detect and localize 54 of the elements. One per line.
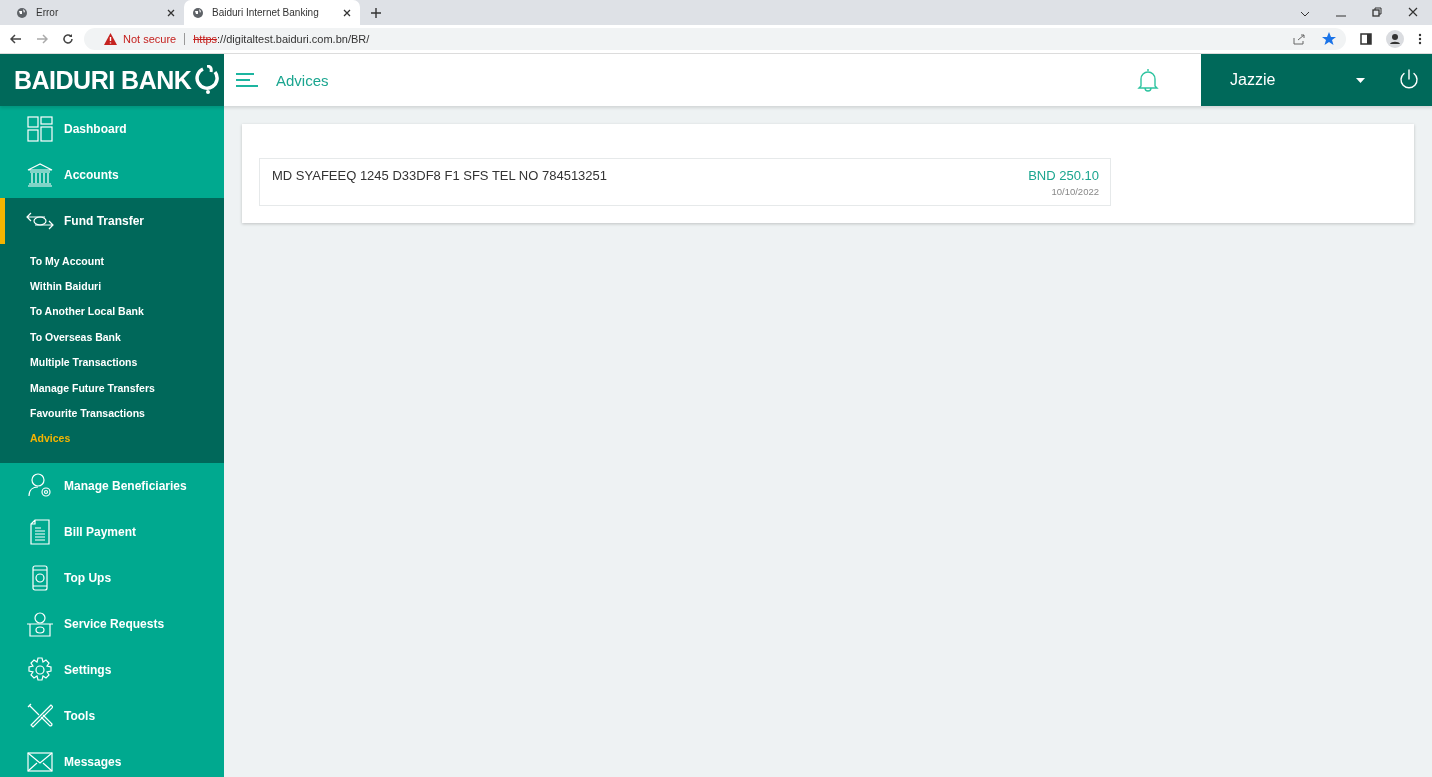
close-icon[interactable]	[342, 7, 352, 18]
close-icon[interactable]	[166, 7, 176, 18]
globe-icon	[192, 6, 204, 19]
url-text: https://digitaltest.baiduri.com.bn/BR/	[193, 33, 370, 45]
side-panel-icon[interactable]	[1360, 33, 1372, 45]
power-icon[interactable]	[1398, 69, 1420, 91]
submenu-item[interactable]: Within Baiduri	[30, 273, 224, 299]
advice-amount: BND 250.10	[1028, 168, 1099, 183]
user-gear-icon	[28, 473, 52, 500]
phone-icon	[32, 565, 48, 592]
settings-icon	[27, 657, 53, 684]
advice-date: 10/10/2022	[1051, 186, 1099, 197]
submenu-item[interactable]: Multiple Transactions	[30, 349, 224, 375]
bank-icon	[27, 163, 53, 187]
tab-title: Baiduri Internet Banking	[212, 7, 320, 18]
advice-row[interactable]: MD SYAFEEQ 1245 D33DF8 F1 SFS TEL NO 784513251 BND 250.10 10/10/2022	[259, 158, 1111, 206]
menu-icon[interactable]	[236, 72, 258, 88]
page-title: Advices	[276, 71, 329, 89]
close-icon[interactable]	[1408, 7, 1418, 17]
warning-icon	[104, 33, 117, 45]
advice-description: MD SYAFEEQ 1245 D33DF8 F1 SFS TEL NO 784513251	[272, 168, 608, 185]
submenu-item[interactable]: Manage Future Transfers	[30, 374, 224, 401]
submenu-item[interactable]: To Another Local Bank	[30, 298, 224, 325]
sidebar-item[interactable]: Fund Transfer	[0, 198, 224, 244]
envelope-icon	[27, 752, 53, 773]
security-warning: Not secure	[123, 33, 177, 45]
new-tab-icon[interactable]	[370, 7, 382, 19]
star-icon[interactable]	[1322, 32, 1336, 46]
bank-logo[interactable]: BAIDURI BANK	[0, 54, 224, 106]
dashboard-icon	[27, 116, 53, 142]
submenu-item[interactable]: Advices	[30, 425, 224, 452]
document-icon	[30, 519, 50, 546]
share-icon[interactable]	[1293, 33, 1306, 45]
restore-icon[interactable]	[1372, 7, 1382, 17]
address-bar[interactable]: Not secure https://digitaltest.baiduri.com.bn/BR/	[84, 28, 1346, 50]
transfer-arrows-icon	[26, 211, 54, 231]
service-desk-icon	[26, 611, 54, 638]
logo-text: BAIDURI BANK	[14, 65, 192, 95]
back-arrow-icon[interactable]	[10, 33, 22, 45]
submenu-item[interactable]: To My Account	[30, 248, 224, 274]
submenu-item[interactable]: Favourite Transactions	[30, 400, 224, 426]
profile-icon[interactable]	[1386, 30, 1404, 48]
submenu-item[interactable]: To Overseas Bank	[30, 324, 224, 350]
user-name[interactable]: Jazzie	[1230, 71, 1356, 89]
chevron-down-icon[interactable]	[1300, 11, 1310, 17]
reload-icon[interactable]	[62, 33, 74, 45]
browser-tab[interactable]: Baiduri Internet Banking	[184, 0, 360, 25]
caret-icon[interactable]	[1356, 77, 1365, 83]
browser-tab[interactable]: Error	[8, 0, 184, 25]
tools-icon	[27, 703, 53, 730]
menu-dots-icon[interactable]	[1418, 33, 1422, 45]
tab-title: Error	[36, 7, 60, 18]
globe-icon	[16, 6, 28, 19]
logo-mark-icon	[195, 65, 222, 95]
